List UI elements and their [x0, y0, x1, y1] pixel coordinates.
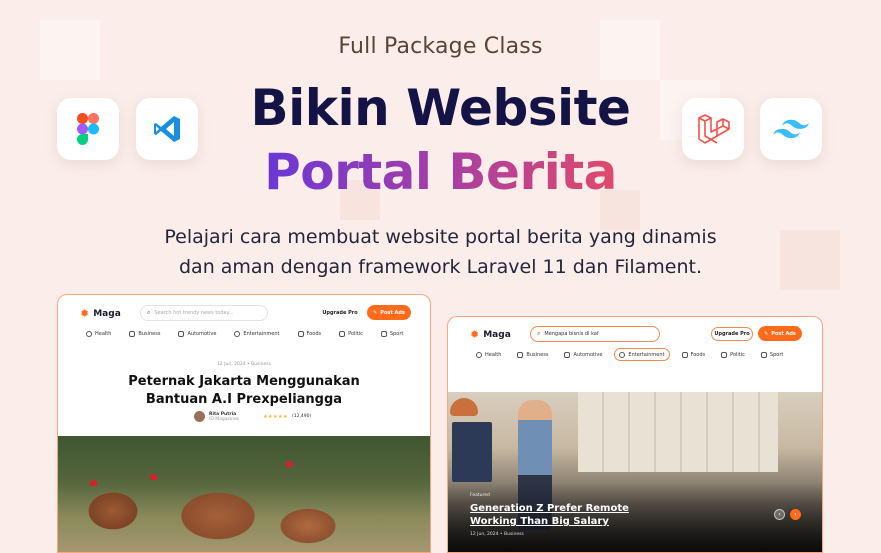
category-sport[interactable]: Sport: [377, 327, 407, 340]
mockup-header: ✹ Maga ⌕ Search hot trendy news today...…: [58, 305, 430, 321]
tv-screen: [452, 422, 492, 482]
chicken-crest: [90, 480, 97, 486]
featured-title-line-1: Generation Z Prefer Remote: [470, 503, 629, 514]
headline-line-1: Bikin Website: [250, 79, 631, 137]
author-role: ID Magazines: [209, 416, 240, 422]
category-politic[interactable]: Politic: [335, 327, 367, 340]
article-hero-image: [58, 436, 430, 552]
food-icon: [297, 330, 304, 337]
category-health[interactable]: Health: [82, 327, 115, 340]
search-value: Mengapa bisnis di kaf: [544, 331, 599, 337]
description-line-2: dan aman dengan framework Laravel 11 dan…: [178, 256, 702, 278]
featured-tag: Featured: [470, 493, 490, 498]
search-icon: ⌕: [537, 330, 541, 337]
sun-logo-icon: ✹: [80, 307, 90, 320]
upgrade-pro-button[interactable]: Upgrade Pro: [320, 306, 360, 320]
heart-icon: [476, 351, 482, 358]
laravel-icon: [698, 114, 730, 144]
tailwind-icon: [773, 119, 809, 139]
category-business[interactable]: Business: [513, 348, 552, 361]
description-line-1: Pelajari cara membuat website portal ber…: [164, 226, 717, 248]
author-block: Rita Putria ID Magazines ★★★★★ (12,490): [194, 411, 311, 422]
car-icon: [564, 351, 571, 358]
laravel-tool-card: [682, 98, 744, 160]
article-title-line-1: Peternak Jakarta Menggunakan: [128, 374, 360, 389]
headline-line-2: Portal Berita: [0, 140, 881, 204]
category-foods[interactable]: Foods: [294, 327, 326, 340]
featured-meta: 12 Jun, 2024 • Business: [470, 532, 524, 537]
tailwind-tool-card: [760, 98, 822, 160]
chevron-left-icon: ‹: [778, 511, 781, 518]
search-input[interactable]: ⌕ Search hot trendy news today...: [140, 305, 268, 321]
featured-title[interactable]: Generation Z Prefer Remote Working Than …: [470, 502, 629, 528]
food-icon: [681, 351, 688, 358]
search-input[interactable]: ⌕ Mengapa bisnis di kaf: [530, 326, 660, 342]
logo-text: Maga: [93, 308, 121, 319]
chevron-right-icon: ›: [794, 511, 797, 518]
description: Pelajari cara membuat website portal ber…: [0, 222, 881, 282]
vscode-tool-card: [136, 98, 198, 160]
article-title: Peternak Jakarta Menggunakan Bantuan A.I…: [58, 373, 430, 409]
prev-arrow-button[interactable]: ‹: [774, 509, 785, 520]
sun-logo-icon: ✹: [470, 328, 480, 341]
next-arrow-button[interactable]: ›: [790, 509, 801, 520]
category-entertainment[interactable]: Entertainment: [230, 327, 283, 340]
chicken-crest: [150, 474, 157, 480]
mockup-header: ✹ Maga ⌕ Mengapa bisnis di kaf Upgrade P…: [448, 326, 822, 342]
building-icon: [339, 330, 346, 337]
category-business[interactable]: Business: [125, 327, 164, 340]
figma-icon: [77, 113, 99, 145]
author-name: Rita Putria: [209, 411, 237, 417]
ticket-icon: [619, 351, 626, 358]
category-nav: Health Business Automotive Entertainment…: [82, 327, 407, 340]
article-meta: 12 Jun, 2024 • Business: [217, 362, 271, 367]
post-icon: ✎: [373, 309, 378, 316]
category-nav: Health Business Automotive Entertainment…: [472, 348, 787, 361]
featured-title-line-2: Working Than Big Salary: [470, 516, 609, 527]
trophy-icon: [380, 330, 387, 337]
featured-hero-image[interactable]: Featured Generation Z Prefer Remote Work…: [448, 392, 822, 552]
building-icon: [721, 351, 728, 358]
site-logo[interactable]: ✹ Maga: [80, 307, 121, 320]
article-title-line-2: Bantuan A.I Prexpeliangga: [145, 392, 343, 407]
headline-gradient-text: Portal Berita: [264, 143, 617, 201]
category-automotive[interactable]: Automotive: [560, 348, 606, 361]
site-logo[interactable]: ✹ Maga: [470, 328, 511, 341]
avatar: [194, 411, 205, 422]
author-text: Rita Putria ID Magazines: [209, 412, 239, 422]
post-ads-label: Post Ads: [771, 330, 796, 337]
chicken-crest: [286, 461, 293, 467]
category-entertainment[interactable]: Entertainment: [614, 348, 670, 361]
rating-stars: ★★★★★: [263, 413, 288, 420]
ticket-icon: [234, 330, 241, 337]
briefcase-icon: [517, 351, 524, 358]
vscode-icon: [154, 116, 180, 142]
kicker-text: Full Package Class: [338, 34, 543, 59]
briefcase-icon: [129, 330, 136, 337]
rating-count: (12,490): [291, 414, 312, 419]
news-portal-mockup-left: ✹ Maga ⌕ Search hot trendy news today...…: [57, 294, 431, 553]
search-placeholder: Search hot trendy news today...: [154, 310, 234, 316]
post-ads-label: Post Ads: [380, 309, 405, 316]
post-ads-button[interactable]: ✎ Post Ads: [758, 326, 802, 341]
figma-tool-card: [57, 98, 119, 160]
car-icon: [178, 330, 185, 337]
search-icon: ⌕: [147, 309, 151, 316]
category-politic[interactable]: Politic: [717, 348, 749, 361]
post-ads-button[interactable]: ✎ Post Ads: [367, 305, 411, 320]
category-automotive[interactable]: Automotive: [174, 327, 220, 340]
trophy-icon: [760, 351, 767, 358]
category-health[interactable]: Health: [472, 348, 505, 361]
logo-text: Maga: [483, 329, 511, 340]
news-portal-mockup-right: ✹ Maga ⌕ Mengapa bisnis di kaf Upgrade P…: [447, 316, 823, 553]
heart-icon: [86, 330, 92, 337]
lamp-shape: [450, 398, 478, 416]
office-wall: [578, 392, 778, 472]
post-icon: ✎: [764, 330, 769, 337]
category-foods[interactable]: Foods: [678, 348, 710, 361]
category-sport[interactable]: Sport: [757, 348, 787, 361]
upgrade-pro-button[interactable]: Upgrade Pro: [711, 327, 753, 341]
